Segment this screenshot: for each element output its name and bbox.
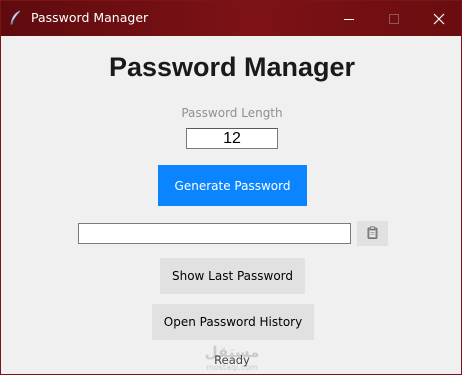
app-window: Password Manager Password Manager Passwo…: [0, 0, 462, 375]
open-password-history-label: Open Password History: [163, 315, 303, 329]
close-button[interactable]: [416, 1, 461, 36]
page-title: Password Manager: [108, 52, 356, 82]
generated-password-field[interactable]: [78, 223, 351, 244]
password-length-input[interactable]: [186, 128, 278, 149]
minimize-button[interactable]: [326, 1, 371, 36]
open-password-history-button[interactable]: Open Password History: [152, 304, 314, 340]
generate-password-button[interactable]: Generate Password: [158, 165, 307, 206]
window-title: Password Manager: [31, 10, 149, 25]
status-text: Ready: [214, 353, 250, 367]
clipboard-icon: [367, 225, 378, 242]
copy-button[interactable]: [357, 221, 388, 246]
title-bar[interactable]: Password Manager: [1, 1, 461, 36]
close-icon: [433, 13, 444, 24]
show-last-password-label: Show Last Password: [171, 269, 294, 283]
password-length-label: Password Length: [181, 106, 283, 120]
maximize-icon: [388, 13, 399, 24]
feather-icon: [9, 10, 23, 26]
main-content: Password Manager Password Length Generat…: [1, 36, 461, 374]
show-last-password-button[interactable]: Show Last Password: [160, 258, 305, 294]
maximize-button: [371, 1, 416, 36]
generate-password-label: Generate Password: [174, 178, 291, 193]
minimize-icon: [343, 18, 354, 20]
